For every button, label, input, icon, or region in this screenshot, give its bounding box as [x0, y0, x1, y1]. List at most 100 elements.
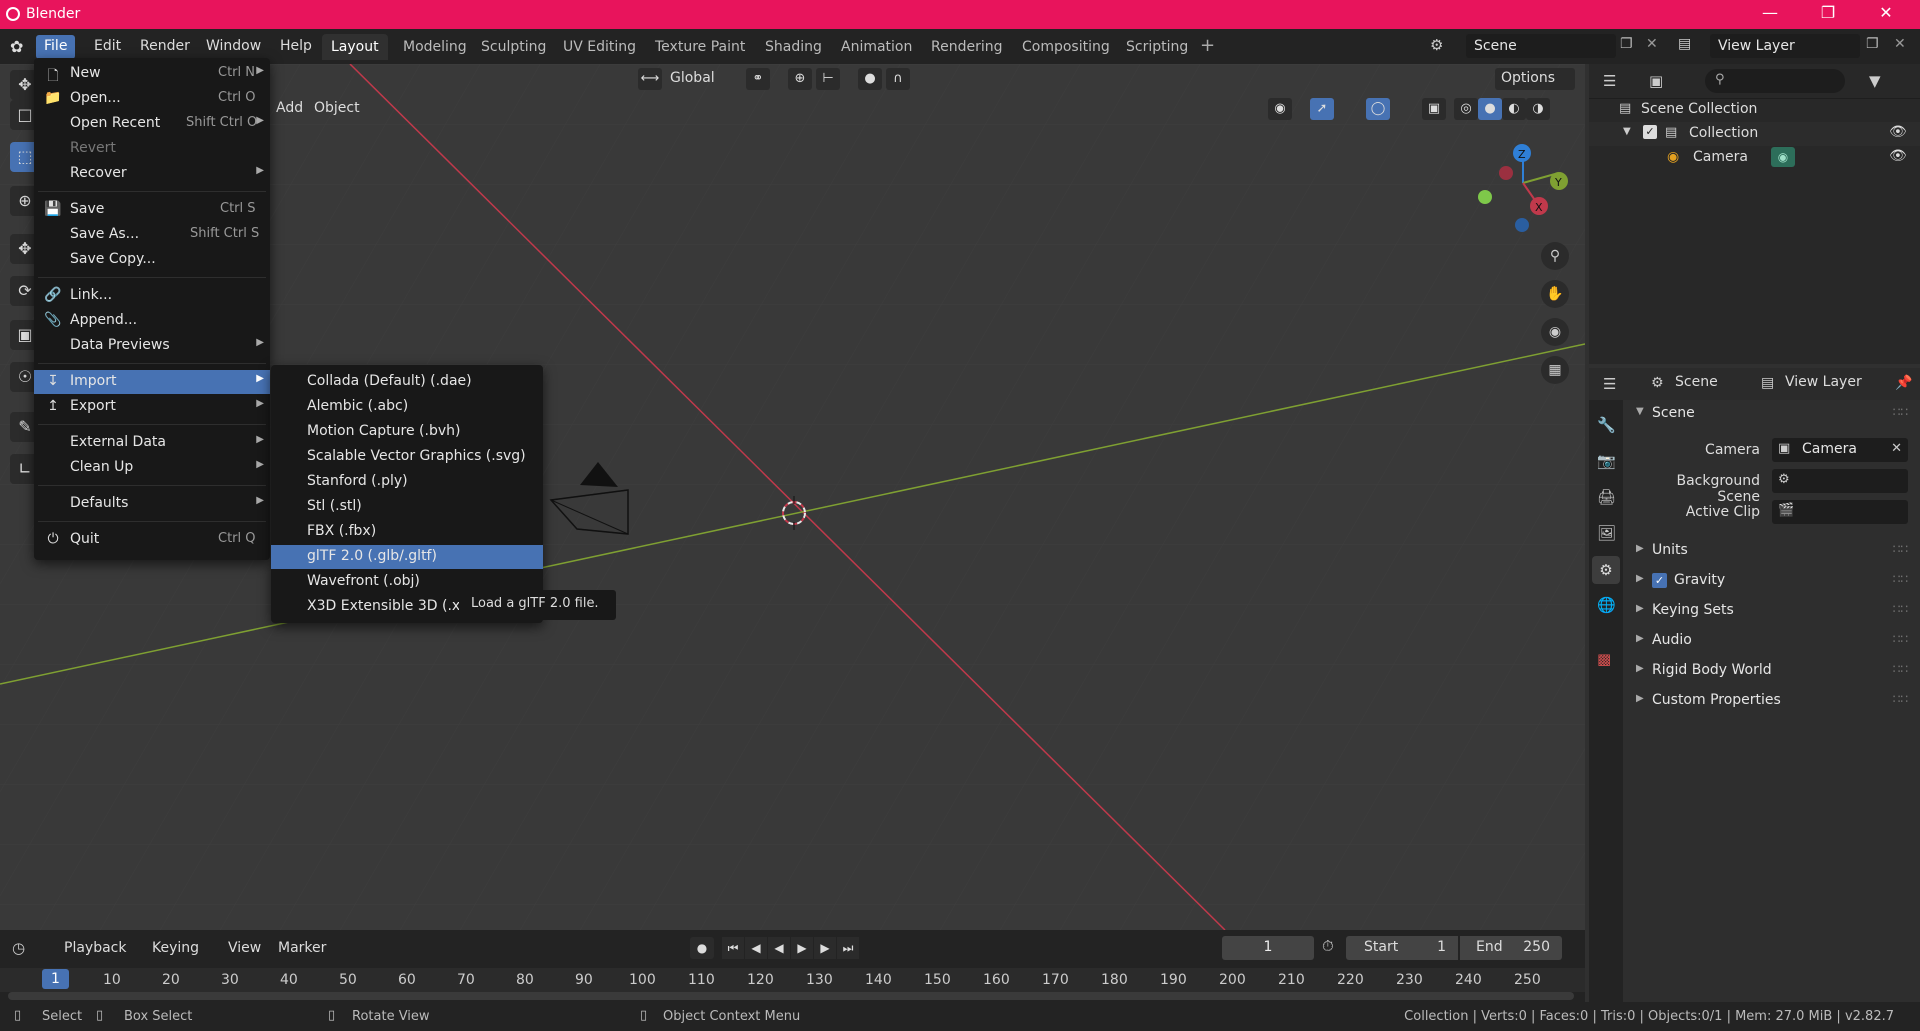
- menu-render[interactable]: Render: [132, 35, 198, 59]
- file-menu-open[interactable]: 📁 Open... Ctrl O: [34, 87, 270, 111]
- world-tab-icon[interactable]: 🌐: [1597, 596, 1616, 614]
- file-menu-save-as[interactable]: Save As... Shift Ctrl S: [34, 223, 270, 247]
- start-frame-field[interactable]: Start 1: [1346, 936, 1458, 960]
- overlay-toggle-icon[interactable]: ◯: [1366, 98, 1390, 120]
- eye-icon[interactable]: 👁: [1889, 148, 1907, 164]
- scene-field[interactable]: Scene: [1466, 34, 1616, 58]
- tab-scripting[interactable]: Scripting: [1117, 34, 1197, 60]
- gizmo-toggle-icon[interactable]: ➚: [1310, 98, 1334, 120]
- new-scene-icon[interactable]: ❐: [1620, 36, 1633, 52]
- tab-layout[interactable]: Layout: [322, 34, 388, 60]
- import-ply[interactable]: Stanford (.ply): [271, 470, 543, 494]
- menu-file[interactable]: File: [36, 35, 76, 59]
- view-layer-icon[interactable]: ▤: [1678, 36, 1691, 52]
- properties-editor-icon[interactable]: ☰: [1603, 375, 1616, 393]
- proportional-edit-icon[interactable]: ●: [858, 68, 882, 90]
- tab-rendering[interactable]: Rendering: [922, 34, 1012, 60]
- orientation-dropdown[interactable]: Global: [664, 68, 734, 90]
- panel-gravity[interactable]: ▶ ✓ Gravity ∷∷: [1630, 567, 1912, 595]
- texture-tab-icon[interactable]: ▩: [1597, 650, 1611, 668]
- scene-selector-icon[interactable]: ⚙: [1430, 36, 1443, 54]
- play-reverse-icon[interactable]: ◀: [768, 937, 790, 959]
- panel-rigid-body-world[interactable]: ▶ Rigid Body World ∷∷: [1630, 657, 1912, 685]
- add-workspace-icon[interactable]: +: [1200, 35, 1215, 56]
- blender-menu-icon[interactable]: ✿: [10, 37, 30, 57]
- options-dropdown[interactable]: Options: [1495, 68, 1575, 90]
- tab-compositing[interactable]: Compositing: [1013, 34, 1119, 60]
- menu-edit[interactable]: Edit: [86, 35, 129, 59]
- snap-icon[interactable]: ⊕: [788, 68, 812, 90]
- visibility-icon[interactable]: ◉: [1268, 98, 1292, 120]
- gravity-checkbox[interactable]: ✓: [1652, 573, 1667, 588]
- falloff-icon[interactable]: ∩: [886, 68, 910, 90]
- xray-icon[interactable]: ▣: [1422, 98, 1446, 120]
- tab-uv-editing[interactable]: UV Editing: [554, 34, 645, 60]
- tab-texture-paint[interactable]: Texture Paint: [646, 34, 754, 60]
- solid-shading-icon[interactable]: ●: [1478, 98, 1502, 120]
- next-keyframe-icon[interactable]: ▶: [814, 937, 836, 959]
- pan-hand-icon[interactable]: ✋: [1541, 280, 1569, 308]
- import-collada[interactable]: Collada (Default) (.dae): [271, 370, 543, 394]
- new-view-layer-icon[interactable]: ❐: [1866, 36, 1879, 52]
- file-menu-new[interactable]: 🗋 New Ctrl N ▶: [34, 62, 270, 86]
- display-mode-icon[interactable]: ▣: [1649, 72, 1663, 90]
- pin-icon[interactable]: 📌: [1895, 375, 1912, 391]
- props-header-view-layer[interactable]: View Layer: [1785, 374, 1862, 390]
- drag-handle-icon[interactable]: ∷∷: [1893, 692, 1908, 706]
- object-menu[interactable]: Object: [308, 98, 366, 120]
- eye-icon[interactable]: 👁: [1889, 124, 1907, 140]
- panel-keying-sets[interactable]: ▶ Keying Sets ∷∷: [1630, 597, 1912, 625]
- active-clip-field[interactable]: 🎬: [1772, 500, 1908, 524]
- editor-type-icon[interactable]: ◷: [12, 939, 25, 957]
- transform-orientation-icon[interactable]: ⟷: [638, 68, 662, 90]
- checkbox-icon[interactable]: ✓: [1643, 125, 1657, 139]
- camera-view-icon[interactable]: ◉: [1541, 318, 1569, 346]
- props-header-scene[interactable]: Scene: [1675, 374, 1718, 390]
- drag-handle-icon[interactable]: ∷∷: [1893, 632, 1908, 646]
- frame-indicator[interactable]: 1: [42, 969, 69, 989]
- menu-window[interactable]: Window: [198, 35, 269, 59]
- rendered-shading-icon[interactable]: ◑: [1526, 98, 1550, 120]
- drag-handle-icon[interactable]: ∷∷: [1893, 572, 1908, 586]
- file-menu-import[interactable]: ↧ Import ▶: [34, 370, 270, 394]
- tab-sculpting[interactable]: Sculpting: [472, 34, 555, 60]
- import-stl[interactable]: Stl (.stl): [271, 495, 543, 519]
- end-frame-field[interactable]: End 250: [1460, 936, 1562, 960]
- zoom-icon[interactable]: ⚲: [1541, 242, 1569, 270]
- outliner-search-icon[interactable]: ⚲: [1705, 69, 1845, 93]
- outliner-scene-collection[interactable]: Scene Collection: [1641, 101, 1757, 117]
- background-scene-field[interactable]: ⚙: [1772, 469, 1908, 493]
- ortho-grid-icon[interactable]: ▦: [1541, 356, 1569, 384]
- current-frame-field[interactable]: 1: [1222, 936, 1314, 960]
- outliner-row-camera[interactable]: ◉ Camera ◉ 👁: [1589, 146, 1920, 170]
- output-tab-icon[interactable]: 🖨: [1597, 488, 1616, 506]
- camera-field[interactable]: ▣ Camera ✕: [1772, 438, 1908, 462]
- import-svg[interactable]: Scalable Vector Graphics (.svg): [271, 445, 543, 469]
- file-menu-link[interactable]: 🔗 Link...: [34, 284, 270, 308]
- drag-handle-icon[interactable]: ∷∷: [1893, 662, 1908, 676]
- panel-scene[interactable]: ▼ Scene ∷∷: [1630, 400, 1912, 428]
- delete-view-layer-icon[interactable]: ✕: [1894, 36, 1906, 52]
- camera-data-icon[interactable]: ◉: [1771, 147, 1795, 167]
- outliner-editor-icon[interactable]: ☰: [1603, 72, 1616, 90]
- tab-modeling[interactable]: Modeling: [394, 34, 476, 60]
- file-menu-data-previews[interactable]: Data Previews ▶: [34, 334, 270, 358]
- view-layer-field[interactable]: View Layer: [1710, 34, 1860, 58]
- add-menu[interactable]: Add: [270, 98, 309, 120]
- import-gltf[interactable]: glTF 2.0 (.glb/.gltf): [271, 545, 543, 569]
- expand-icon[interactable]: ▼: [1623, 126, 1631, 137]
- drag-handle-icon[interactable]: ∷∷: [1893, 542, 1908, 556]
- timeline-ruler[interactable]: 1 10 20 30 40 50 60 70 80 90 100 110 120…: [0, 968, 1585, 992]
- import-alembic[interactable]: Alembic (.abc): [271, 395, 543, 419]
- prev-keyframe-icon[interactable]: ◀: [745, 937, 767, 959]
- close-icon[interactable]: ✕: [1866, 3, 1906, 22]
- keying-menu[interactable]: Keying: [152, 940, 199, 956]
- view-layer-tab-icon[interactable]: 🖼: [1597, 524, 1616, 542]
- view-menu[interactable]: View: [228, 940, 261, 956]
- jump-end-icon[interactable]: ⏭: [837, 937, 859, 959]
- material-shading-icon[interactable]: ◐: [1502, 98, 1526, 120]
- minimize-icon[interactable]: —: [1750, 3, 1790, 22]
- restore-icon[interactable]: ❐: [1808, 3, 1848, 22]
- file-menu-save[interactable]: 💾 Save Ctrl S: [34, 198, 270, 222]
- pivot-icon[interactable]: ⚭: [746, 68, 770, 90]
